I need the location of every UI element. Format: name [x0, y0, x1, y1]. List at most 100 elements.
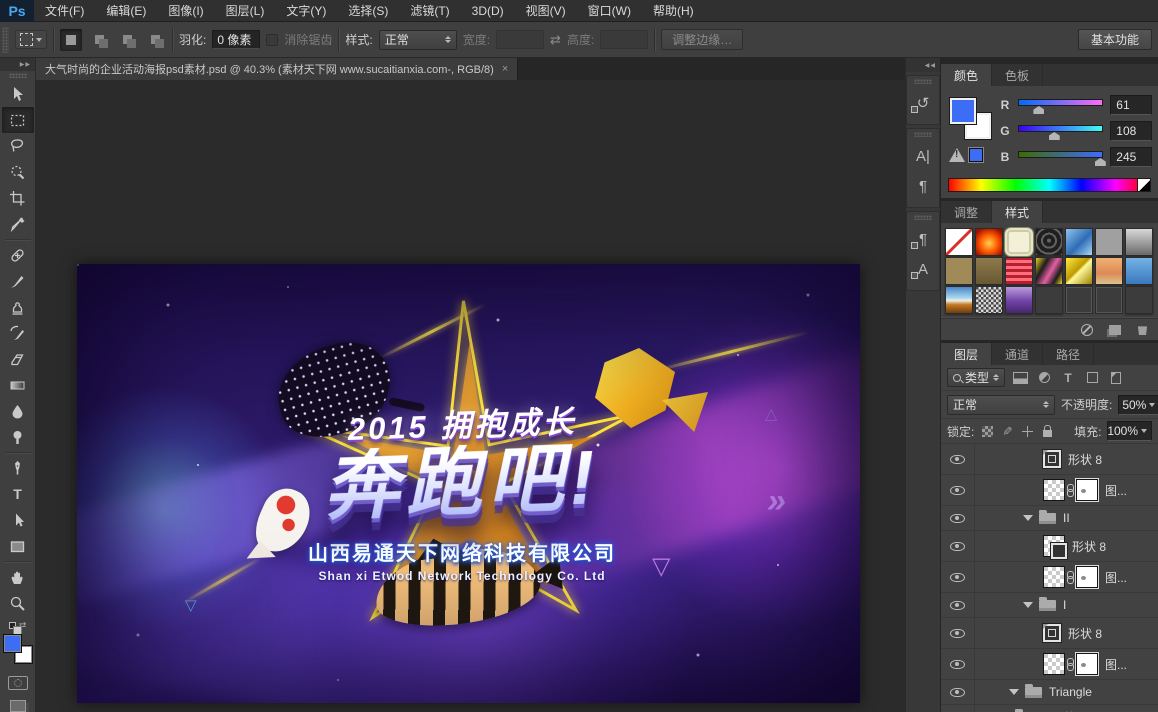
style-dropdown[interactable]: 正常 [378, 29, 457, 50]
layer-row[interactable]: 图... [941, 649, 1158, 680]
style-swatch[interactable] [1065, 257, 1093, 285]
gradient-tool[interactable] [2, 372, 34, 398]
menu-item[interactable]: 文件(F) [34, 0, 95, 22]
tab-swatches[interactable]: 色板 [992, 64, 1044, 86]
visibility-toggle[interactable] [941, 562, 975, 592]
blend-mode-dropdown[interactable]: 正常 [947, 394, 1055, 415]
tab-styles[interactable]: 样式 [992, 201, 1044, 223]
panel-foreground-swatch[interactable] [949, 97, 977, 125]
layer-thumbnail[interactable] [1043, 566, 1065, 588]
style-swatch[interactable] [1005, 257, 1033, 285]
group-name[interactable]: Triangle [1049, 685, 1092, 699]
style-swatch[interactable] [945, 228, 973, 256]
subtract-from-selection-button[interactable] [116, 29, 138, 51]
canvas-viewport[interactable]: » ▽ △ ▽ 2015 拥抱成长 奔跑吧! 山西易通天下网络科技有限公司 Sh… [36, 80, 905, 712]
style-swatch[interactable] [975, 286, 1003, 314]
menu-item[interactable]: 图层(L) [215, 0, 276, 22]
menu-item[interactable]: 图像(I) [157, 0, 214, 22]
swap-dimensions-icon[interactable]: ⇄ [550, 32, 561, 48]
layer-name[interactable]: 图... [1105, 482, 1127, 499]
dodge-tool[interactable] [2, 424, 34, 450]
style-swatch[interactable] [975, 228, 1003, 256]
dock-collapse-button[interactable]: ◀◀ [906, 58, 940, 72]
antialias-checkbox[interactable] [266, 33, 279, 46]
brush-tool[interactable] [2, 268, 34, 294]
filter-shape-layers-icon[interactable] [1083, 370, 1101, 386]
warning-icon[interactable] [949, 148, 965, 162]
character-panel-button[interactable]: A| [910, 144, 936, 168]
style-swatch[interactable] [1035, 228, 1063, 256]
shape-layer-thumbnail[interactable] [1043, 535, 1067, 559]
color-spectrum-ramp[interactable] [948, 178, 1151, 192]
group-name[interactable]: II [1063, 511, 1070, 525]
slider-thumb[interactable] [1094, 158, 1106, 166]
link-mask-icon[interactable] [1067, 657, 1074, 671]
close-tab-icon[interactable]: × [502, 63, 508, 75]
slider-thumb[interactable] [1033, 106, 1045, 114]
style-swatch[interactable] [1035, 257, 1063, 285]
shape-layer-thumbnail[interactable] [1043, 624, 1061, 642]
toolbar-collapse-button[interactable]: ▶▶ [0, 58, 35, 71]
clone-stamp-tool[interactable] [2, 294, 34, 320]
style-swatch[interactable] [1095, 228, 1123, 256]
zoom-tool[interactable] [2, 590, 34, 616]
layer-thumbnail[interactable] [1043, 479, 1065, 501]
visibility-toggle[interactable] [941, 705, 975, 712]
collapse-triangle-icon[interactable] [1023, 602, 1033, 608]
feather-input[interactable] [212, 30, 261, 49]
lasso-tool[interactable] [2, 133, 34, 159]
visibility-toggle[interactable] [941, 531, 975, 561]
history-panel-button[interactable]: ↺ [910, 91, 936, 115]
type-tool[interactable]: T [2, 481, 34, 507]
filter-type-layers-icon[interactable]: T [1059, 370, 1077, 386]
layer-name[interactable]: 形状 8 [1068, 625, 1102, 642]
visibility-toggle[interactable] [941, 506, 975, 530]
intersect-selection-button[interactable] [144, 29, 166, 51]
layer-mask-thumbnail[interactable] [1075, 565, 1099, 589]
shape-layer-thumbnail[interactable] [1043, 450, 1061, 468]
group-name[interactable]: 组 2 拷贝 [1039, 709, 1088, 712]
style-swatch[interactable] [1125, 228, 1153, 256]
visibility-toggle[interactable] [941, 593, 975, 617]
pen-tool[interactable] [2, 455, 34, 481]
paragraph-panel-button[interactable]: ¶ [910, 174, 936, 198]
blur-tool[interactable] [2, 398, 34, 424]
menu-item[interactable]: 视图(V) [515, 0, 577, 22]
style-swatch[interactable] [975, 257, 1003, 285]
filter-adjustment-layers-icon[interactable] [1035, 369, 1053, 386]
new-style-icon[interactable] [1109, 324, 1121, 335]
style-swatch[interactable] [1125, 257, 1153, 285]
filter-smart-objects-icon[interactable] [1107, 370, 1125, 386]
layer-name[interactable]: 形状 8 [1072, 538, 1106, 555]
tab-channels[interactable]: 通道 [992, 343, 1044, 365]
eraser-tool[interactable] [2, 346, 34, 372]
style-swatch[interactable] [1005, 286, 1033, 314]
visibility-toggle[interactable] [941, 680, 975, 704]
link-mask-icon[interactable] [1067, 483, 1074, 497]
style-swatch[interactable] [945, 286, 973, 314]
tab-adjustments[interactable]: 调整 [941, 201, 993, 223]
document-tab[interactable]: 大气时尚的企业活动海报psd素材.psd @ 40.3% (素材天下网 www.… [36, 58, 519, 80]
style-swatch[interactable] [1005, 228, 1033, 256]
opacity-value-field[interactable]: 50% [1118, 394, 1158, 415]
visibility-toggle[interactable] [941, 649, 975, 679]
tab-layers[interactable]: 图层 [941, 343, 993, 365]
visibility-toggle[interactable] [941, 618, 975, 648]
character-styles-panel-button[interactable]: ¶ [910, 227, 936, 251]
style-swatch[interactable] [945, 257, 973, 285]
lock-position-icon[interactable] [1020, 424, 1034, 438]
style-swatch[interactable] [1095, 286, 1123, 314]
menu-item[interactable]: 滤镜(T) [399, 0, 460, 22]
quick-selection-tool[interactable] [2, 159, 34, 185]
channel-value-field[interactable]: 245 [1110, 147, 1152, 167]
default-colors-icon[interactable] [8, 622, 22, 635]
menu-item[interactable]: 帮助(H) [642, 0, 705, 22]
layer-name[interactable]: 图... [1105, 656, 1127, 673]
style-swatch[interactable] [1065, 228, 1093, 256]
rectangular-marquee-tool[interactable] [1, 107, 34, 133]
tool-preset-picker[interactable] [15, 30, 47, 49]
new-selection-button[interactable] [60, 28, 82, 51]
lock-image-pixels-icon[interactable]: ✎ [1000, 424, 1014, 438]
layer-row[interactable]: 图... [941, 562, 1158, 593]
hand-tool[interactable] [2, 564, 34, 590]
